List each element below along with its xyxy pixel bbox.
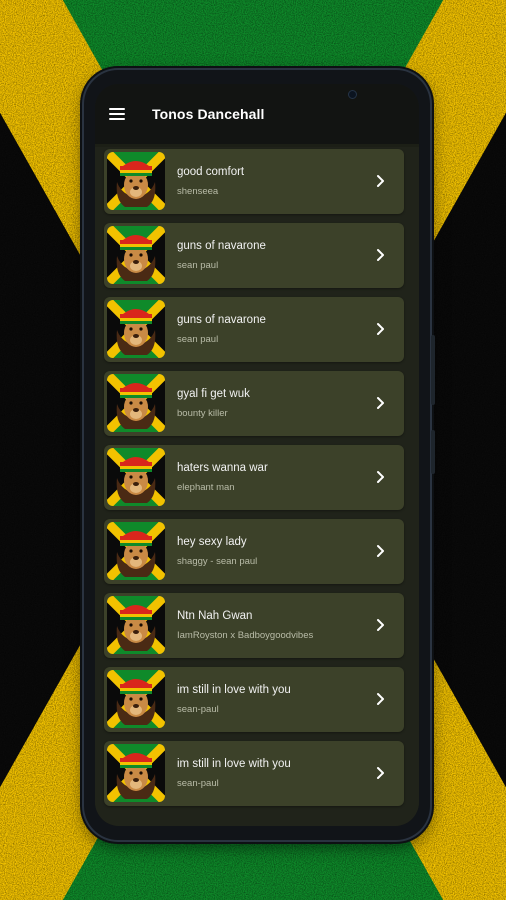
chevron-right-icon[interactable] <box>372 691 388 707</box>
front-camera <box>348 90 357 99</box>
song-list-item[interactable]: guns of navarone sean paul <box>104 297 404 362</box>
song-list-item[interactable]: Ntn Nah Gwan IamRoyston x Badboygoodvibes <box>104 593 404 658</box>
song-title: im still in love with you <box>177 758 291 770</box>
song-artist: elephant man <box>177 482 235 493</box>
rasta-lion-icon <box>107 226 165 284</box>
chevron-right-icon[interactable] <box>372 617 388 633</box>
phone-side-button <box>431 335 435 405</box>
song-artist: sean paul <box>177 260 219 271</box>
song-artist: shenseea <box>177 186 219 197</box>
song-list-item[interactable]: haters wanna war elephant man <box>104 445 404 510</box>
phone-side-button <box>431 430 435 474</box>
song-title: Ntn Nah Gwan <box>177 610 253 622</box>
hamburger-menu-icon[interactable] <box>109 108 125 120</box>
song-title: im still in love with you <box>177 684 291 696</box>
chevron-right-icon[interactable] <box>372 395 388 411</box>
phone-screen: Tonos Dancehall good comfort shenseea gun… <box>95 84 419 826</box>
song-artist: bounty killer <box>177 408 228 419</box>
song-title: haters wanna war <box>177 462 268 474</box>
song-artist: sean paul <box>177 334 219 345</box>
rasta-lion-icon <box>107 596 165 654</box>
song-title: hey sexy lady <box>177 536 247 548</box>
song-artist: sean-paul <box>177 778 219 789</box>
song-title: guns of navarone <box>177 314 266 326</box>
rasta-lion-icon <box>107 522 165 580</box>
rasta-lion-icon <box>107 448 165 506</box>
rasta-lion-icon <box>107 300 165 358</box>
app-title: Tonos Dancehall <box>152 106 265 122</box>
rasta-lion-icon <box>107 744 165 802</box>
song-artist: shaggy - sean paul <box>177 556 258 567</box>
song-list-item[interactable]: good comfort shenseea <box>104 149 404 214</box>
song-list-item[interactable]: im still in love with you sean-paul <box>104 741 404 806</box>
song-list-item[interactable]: guns of navarone sean paul <box>104 223 404 288</box>
rasta-lion-icon <box>107 152 165 210</box>
song-title: gyal fi get wuk <box>177 388 250 400</box>
song-artist: IamRoyston x Badboygoodvibes <box>177 630 314 641</box>
app-bar: Tonos Dancehall <box>95 84 419 144</box>
song-title: good comfort <box>177 166 245 178</box>
phone-frame: Tonos Dancehall good comfort shenseea gun… <box>84 70 435 840</box>
song-title: guns of navarone <box>177 240 266 252</box>
song-artist: sean-paul <box>177 704 219 715</box>
chevron-right-icon[interactable] <box>372 469 388 485</box>
song-list-item[interactable]: gyal fi get wuk bounty killer <box>104 371 404 436</box>
chevron-right-icon[interactable] <box>372 247 388 263</box>
rasta-lion-icon <box>107 670 165 728</box>
chevron-right-icon[interactable] <box>372 173 388 189</box>
song-list-item[interactable]: hey sexy lady shaggy - sean paul <box>104 519 404 584</box>
chevron-right-icon[interactable] <box>372 765 388 781</box>
chevron-right-icon[interactable] <box>372 543 388 559</box>
song-list: good comfort shenseea guns of navarone sea… <box>95 147 419 826</box>
chevron-right-icon[interactable] <box>372 321 388 337</box>
rasta-lion-icon <box>107 374 165 432</box>
song-list-item[interactable]: im still in love with you sean-paul <box>104 667 404 732</box>
